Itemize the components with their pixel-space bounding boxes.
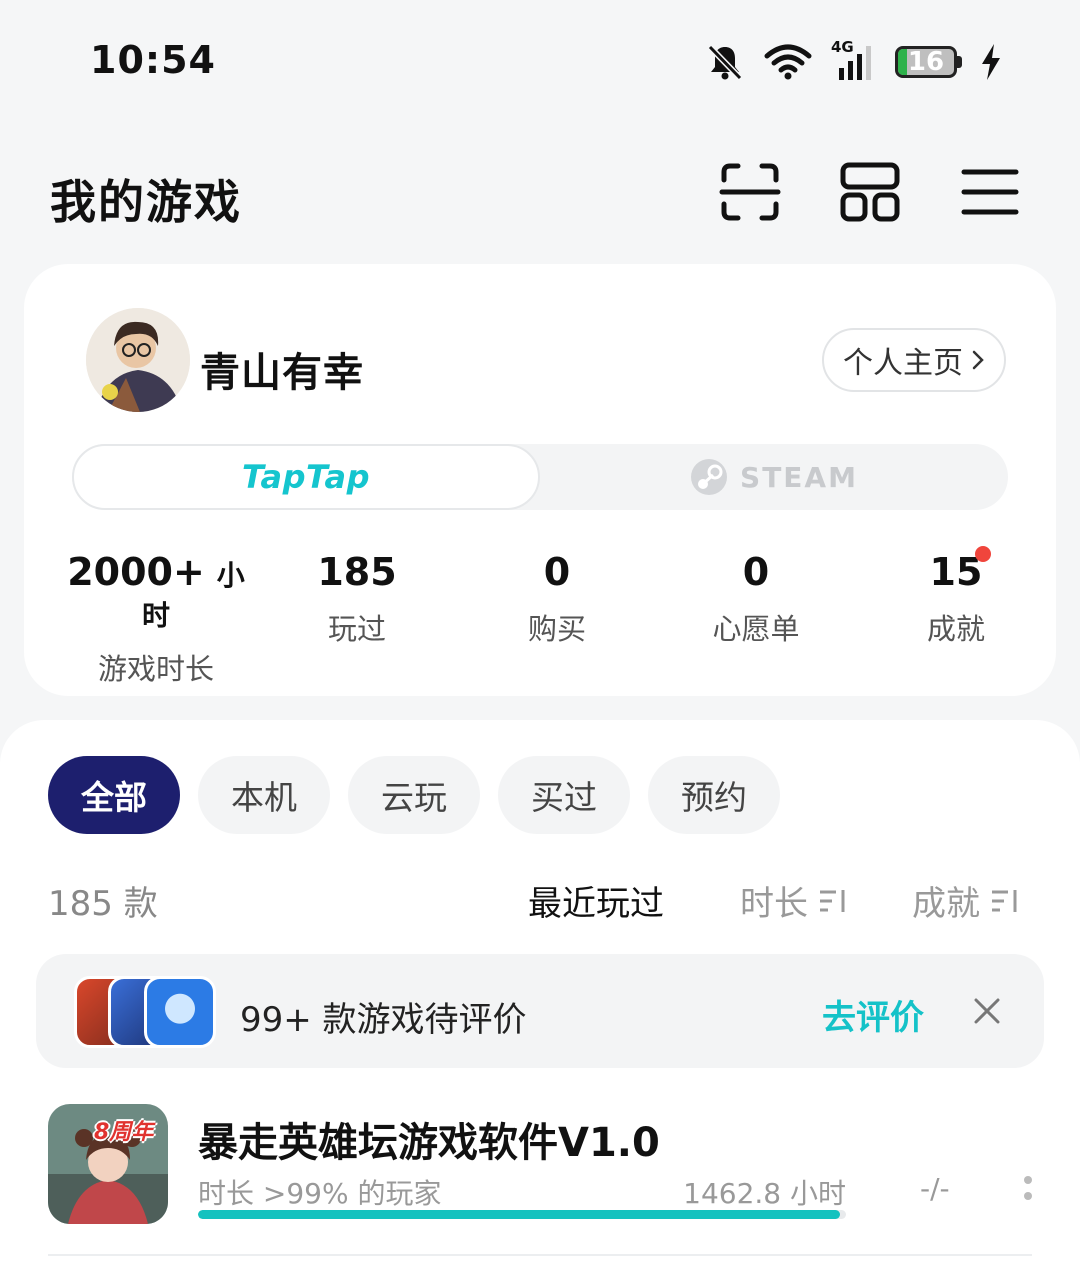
anniversary-badge: 8周年 — [94, 1120, 154, 1145]
stat-value: 15 — [929, 550, 983, 594]
stat-playtime[interactable]: 2000+ 小时 游戏时长 — [58, 550, 254, 688]
cellular-signal-icon: 4G — [831, 38, 877, 82]
game-icon[interactable]: 8周年 — [48, 1104, 168, 1224]
playtime-progress-fill — [198, 1210, 840, 1219]
filter-chip-cloud[interactable]: 云玩 — [348, 756, 480, 834]
game-count: 185 款 — [48, 884, 158, 924]
game-playtime-info: 时长 >99% 的玩家 1462.8 小时 — [198, 1172, 846, 1212]
filter-chip-local[interactable]: 本机 — [198, 756, 330, 834]
sort-achievements[interactable]: 成就 — [912, 876, 1020, 925]
more-options-icon[interactable] — [1022, 1174, 1034, 1202]
sort-duration[interactable]: 时长 — [740, 876, 848, 925]
battery-icon: 16 — [895, 46, 957, 78]
pending-game-thumbnails — [74, 976, 216, 1048]
stat-played[interactable]: 185 玩过 — [277, 550, 437, 648]
menu-icon[interactable] — [958, 160, 1022, 224]
platform-tab-steam[interactable]: STEAM — [540, 444, 1008, 510]
page-title: 我的游戏 — [50, 175, 242, 229]
battery-level: 16 — [907, 47, 945, 77]
stat-wishlist[interactable]: 0 心愿单 — [676, 550, 836, 648]
sort-icon — [992, 889, 1017, 912]
notification-dot — [975, 546, 991, 562]
game-title[interactable]: 暴走英雄坛游戏软件V1.0 — [198, 1110, 660, 1168]
stat-label: 心愿单 — [712, 612, 800, 646]
wifi-icon — [764, 44, 812, 80]
close-icon[interactable] — [972, 996, 1002, 1026]
filter-chip-reserved[interactable]: 预约 — [648, 756, 780, 834]
review-prompt-text: 99+ 款游戏待评价 — [240, 1000, 527, 1040]
stat-purchased[interactable]: 0 购买 — [477, 550, 637, 648]
platform-steam-label: STEAM — [740, 460, 858, 494]
games-panel: 全部 本机 云玩 买过 预约 185 款 最近玩过 时长 成就 99+ 款游戏待… — [0, 720, 1080, 1280]
filter-chip-all[interactable]: 全部 — [48, 756, 180, 834]
sort-label: 时长 — [740, 884, 808, 924]
status-icons: 4G 16 — [705, 38, 1002, 84]
charging-icon — [982, 44, 1000, 80]
stat-label: 购买 — [527, 612, 586, 646]
stat-value: 185 — [317, 550, 397, 594]
sort-label: 成就 — [912, 884, 980, 924]
playtime-progress-bar — [198, 1210, 846, 1219]
sort-recent[interactable]: 最近玩过 — [528, 876, 664, 925]
filter-chip-bought[interactable]: 买过 — [498, 756, 630, 834]
sort-icon — [820, 889, 845, 912]
game-rank-text: 时长 >99% 的玩家 — [198, 1177, 442, 1210]
stat-label: 玩过 — [327, 612, 386, 646]
game-thumbnail — [144, 976, 216, 1048]
stat-value: 0 — [543, 550, 571, 594]
username: 青山有幸 — [200, 350, 364, 396]
steam-logo-icon — [691, 459, 728, 495]
stat-value: 2000+ — [67, 550, 205, 594]
bell-muted-icon — [707, 44, 743, 81]
status-time: 10:54 — [90, 38, 216, 82]
profile-home-label: 个人主页 — [843, 346, 963, 381]
platform-tab-taptap[interactable]: TapTap — [72, 444, 540, 510]
platform-toggle: TapTap STEAM — [72, 444, 1008, 510]
grid-icon[interactable] — [838, 160, 902, 224]
profile-card: 青山有幸 个人主页 TapTap STEAM 2000+ 小时 游戏时长 185 … — [24, 264, 1056, 696]
review-banner: 99+ 款游戏待评价 去评价 — [36, 954, 1044, 1068]
stat-achievements[interactable]: 15 成就 — [876, 550, 1036, 648]
chevron-right-icon — [972, 350, 984, 370]
sort-label: 最近玩过 — [528, 884, 664, 924]
game-hours: 1462.8 小时 — [683, 1177, 846, 1210]
go-review-button[interactable]: 去评价 — [822, 990, 924, 1039]
profile-home-button[interactable]: 个人主页 — [822, 328, 1006, 392]
avatar[interactable] — [86, 308, 190, 412]
stat-label: 成就 — [926, 612, 985, 646]
game-achievements: -/- — [920, 1172, 950, 1205]
scan-icon[interactable] — [718, 160, 782, 224]
stat-label: 游戏时长 — [97, 652, 214, 686]
stat-value: 0 — [742, 550, 770, 594]
list-divider — [48, 1254, 1032, 1256]
